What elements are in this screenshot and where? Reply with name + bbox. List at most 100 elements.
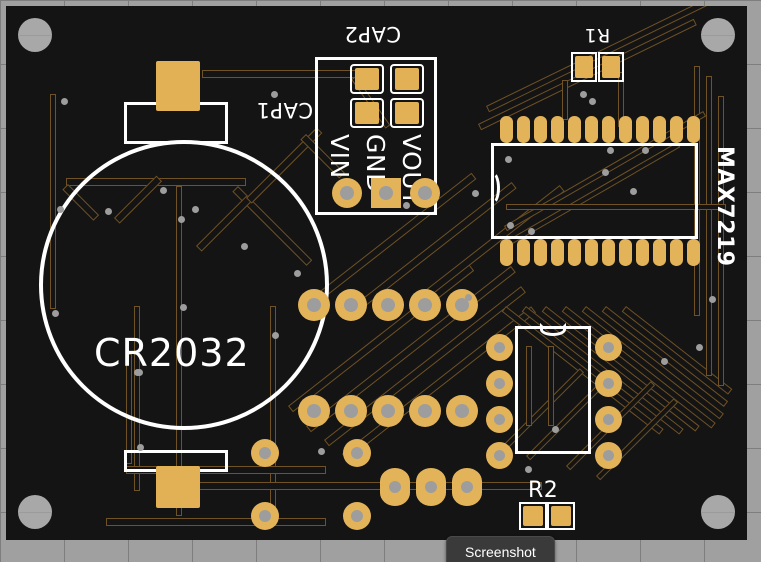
cap2-smd-pad [355,102,379,124]
header-pad [335,289,367,321]
header-pad [251,502,279,530]
r2-pad [523,506,543,526]
max7219-pad [670,239,683,266]
u2-pad [595,406,622,433]
u2-notch [540,323,566,336]
via [709,296,716,303]
via [180,304,187,311]
max7219-pad [636,239,649,266]
u2-pad [595,370,622,397]
cap1-label: CAP1 [256,98,314,122]
max7219-pad [534,116,547,143]
via [272,332,279,339]
via [630,188,637,195]
via [528,228,535,235]
u2-pad [595,334,622,361]
via [192,206,199,213]
r2-pad [551,506,571,526]
via [294,270,301,277]
via [160,187,167,194]
header-pad [372,289,404,321]
header-pad [409,395,441,427]
max7219-notch [484,171,500,205]
max7219-pad [619,116,632,143]
via [525,466,532,473]
cap2-pin-vin-label: VIN [325,134,354,179]
max7219-pad [500,239,513,266]
header-pad [343,439,371,467]
max7219-pad [653,239,666,266]
r1-label: R1 [584,24,611,46]
via [580,91,587,98]
pcb-board: CR2032 CAP1 CAP2 VIN GND VOUT R1 R2 MAX7… [6,6,747,540]
cap2-pin-vin-pad [332,178,362,208]
header-pad [372,395,404,427]
via [507,222,514,229]
max7219-pad [585,239,598,266]
battery-pad-bottom [156,466,200,508]
via [505,156,512,163]
screenshot-button[interactable]: Screenshot [446,536,555,562]
max7219-pad [568,116,581,143]
max7219-pad [619,239,632,266]
max7219-pad [534,239,547,266]
via [318,448,325,455]
via [57,206,64,213]
u2-pad [486,370,513,397]
header-pad [251,439,279,467]
via [552,426,559,433]
header-pad-oval [452,468,482,506]
r1-pad [575,56,593,78]
via [241,243,248,250]
via [136,369,143,376]
trace [562,80,568,120]
max7219-pad [517,116,530,143]
r1-pad [602,56,620,78]
max7219-pad [653,116,666,143]
header-pad [446,289,478,321]
max7219-outline [491,143,698,239]
max7219-pad [602,239,615,266]
u2-pad [595,442,622,469]
mounting-hole-bottom-right [701,495,735,529]
via [137,444,144,451]
header-pad [298,395,330,427]
header-pad-oval [416,468,446,506]
mounting-hole-top-right [701,18,735,52]
via [61,98,68,105]
header-pad-oval [380,468,410,506]
u2-pad [486,334,513,361]
max7219-pad [500,116,513,143]
max7219-label: MAX7219 [712,146,737,267]
trace [581,306,724,420]
battery-label: CR2032 [94,331,250,375]
r2-label: R2 [528,478,559,503]
via [602,169,609,176]
cap2-smd-pad [395,68,419,90]
header-pad [335,395,367,427]
via [52,310,59,317]
via [589,98,596,105]
cap2-smd-pad [355,68,379,90]
max7219-pad [568,239,581,266]
via [696,344,703,351]
via [178,216,185,223]
battery-pad-top [156,61,200,111]
u2-pad [486,442,513,469]
cap2-pin-vout-pad [410,178,440,208]
cap2-pin-gnd-pad [371,178,401,208]
header-pad [446,395,478,427]
via [465,294,472,301]
max7219-pad [687,239,700,266]
max7219-pad [636,116,649,143]
trace [106,518,326,526]
via [607,147,614,154]
via [472,190,479,197]
max7219-pad [517,239,530,266]
via [403,202,410,209]
max7219-pad [551,116,564,143]
max7219-pad [687,116,700,143]
via [271,91,278,98]
via [105,208,112,215]
u2-pad [486,406,513,433]
